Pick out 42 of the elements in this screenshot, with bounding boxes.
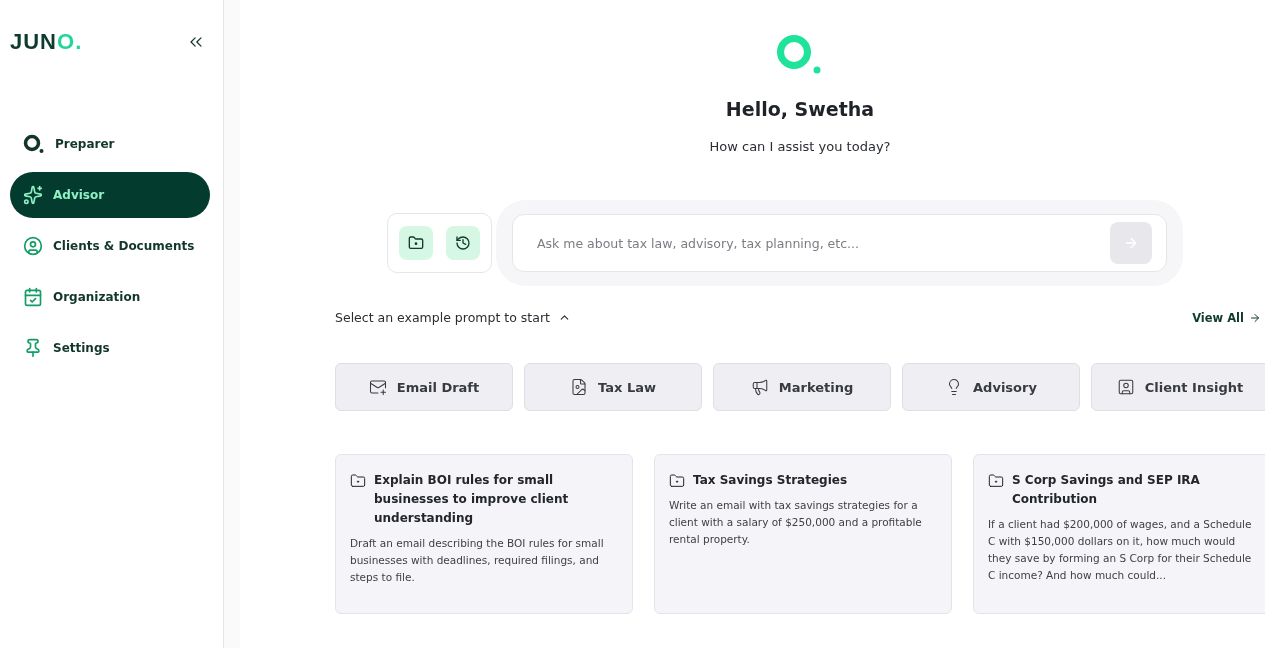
section-label: Select an example prompt to start <box>335 310 550 325</box>
user-icon <box>23 236 43 256</box>
greeting: Hello, Swetha <box>725 98 875 120</box>
megaphone-icon <box>750 378 769 396</box>
folder-icon <box>408 235 424 251</box>
history-icon <box>455 235 471 251</box>
prompt-card[interactable] <box>973 454 1265 614</box>
nav-item[interactable]: Preparer <box>10 121 210 167</box>
folder-icon <box>988 473 1004 489</box>
nav-item[interactable]: Organization <box>10 274 210 320</box>
category-button[interactable]: Advisory <box>902 363 1080 411</box>
card-text: Write an email with tax savings strategies for a client with a salary of $250,000 and a profitable rental property. <box>669 498 923 547</box>
prompt-card[interactable]: Explain BOI rules for small businesses to improve client understanding Draft an email describing the BOI rules for small businesses with deadlines, required filings, and steps to file. <box>335 454 633 614</box>
prompt-field[interactable]: Ask me about tax law, advisory, tax planning, etc... <box>512 214 1167 272</box>
card-text: If a client had $200,000 of wages, and a Schedule C with $150,000 dollars on it, how much would they save by forming an S Corp for their Schedule C income? And how much could... <box>988 517 1253 583</box>
mail-icon <box>368 378 387 396</box>
pin-icon <box>23 338 43 358</box>
category-button[interactable]: Marketing <box>713 363 891 411</box>
nav-item[interactable]: Settings <box>10 325 210 371</box>
folder-icon <box>669 473 685 489</box>
ring-logo-icon <box>23 133 45 155</box>
nav-item[interactable]: Clients & Documents <box>10 223 210 269</box>
nav-item[interactable]: Advisor <box>10 172 210 218</box>
card-text: Draft an email describing the BOI rules for small businesses with deadlines, required filings, and steps to file. <box>350 536 605 585</box>
document-icon <box>570 378 588 396</box>
tool-button[interactable] <box>399 226 433 260</box>
category-button[interactable]: Client Insight <box>1091 363 1265 411</box>
category-button[interactable]: Email Draft <box>335 363 513 411</box>
subtitle: How can I assist you today? <box>709 139 891 154</box>
card-title: Explain BOI rules for small businesses to improve client understanding <box>374 472 570 527</box>
arrow-icon <box>1249 311 1261 324</box>
calendar-icon <box>23 287 43 307</box>
card-title: S Corp Savings and SEP IRA Contribution <box>1012 472 1201 508</box>
folder-icon <box>350 473 366 489</box>
sparkle-icon <box>23 185 43 205</box>
prompt-card[interactable]: Tax Savings Strategies Write an email with tax savings strategies for a client with a salary of $250,000 and a profitable rental property. <box>654 454 952 614</box>
tool-button[interactable] <box>446 226 480 260</box>
category-button[interactable]: Tax Law <box>524 363 702 411</box>
view-all-link[interactable]: View All <box>1192 310 1261 325</box>
user-icon <box>1116 378 1135 396</box>
card-title: Tax Savings Strategies <box>693 472 848 489</box>
logo: JUNO. <box>10 29 83 55</box>
